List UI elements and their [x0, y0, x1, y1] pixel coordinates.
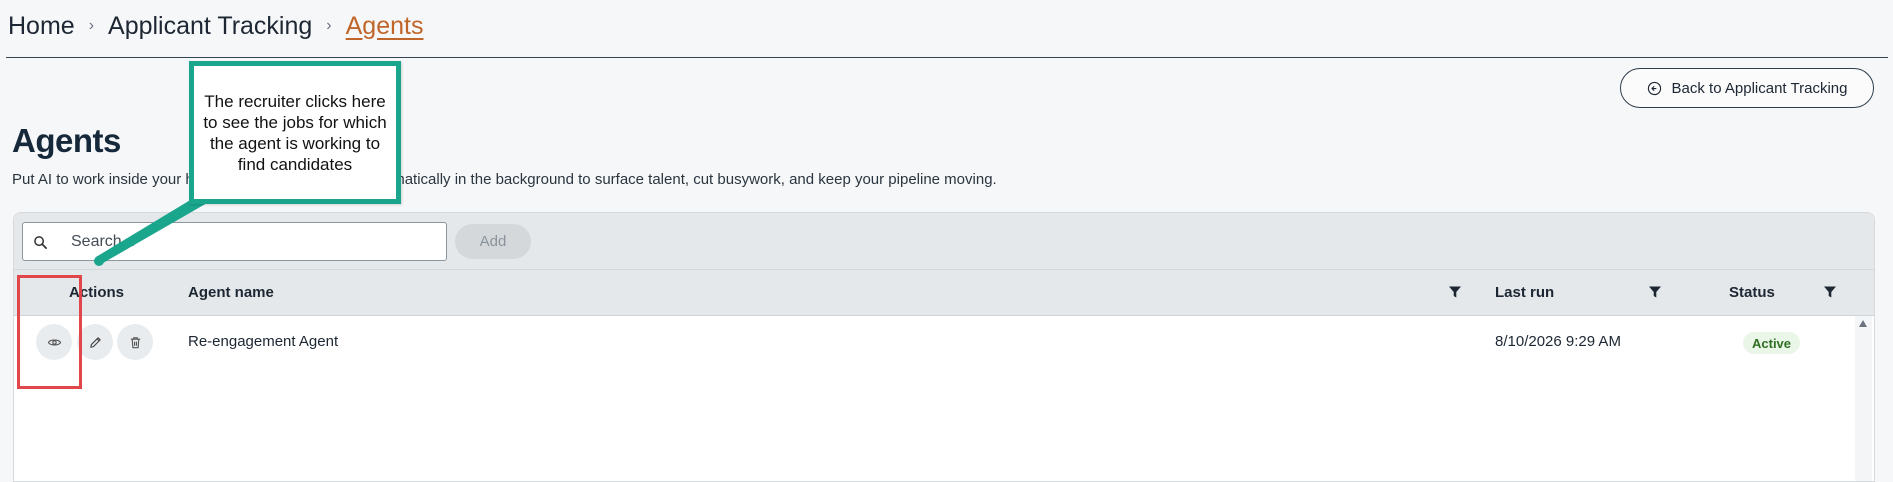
agents-grid: Add Actions Agent name Last run Status	[13, 212, 1875, 482]
last-run-cell: 8/10/2026 9:29 AM	[1495, 333, 1621, 350]
column-header-status[interactable]: Status	[1729, 284, 1775, 301]
breadcrumb-applicant-tracking[interactable]: Applicant Tracking	[108, 12, 312, 41]
breadcrumb-agents[interactable]: Agents	[346, 12, 424, 41]
agent-name-cell[interactable]: Re-engagement Agent	[188, 333, 338, 350]
page-description: Put AI to work inside your hiring proces…	[12, 171, 997, 188]
column-header-last-run[interactable]: Last run	[1495, 284, 1554, 301]
filter-icon[interactable]	[1823, 285, 1837, 299]
chevron-right-icon: ›	[326, 17, 332, 34]
trash-icon	[130, 336, 140, 348]
delete-button[interactable]	[117, 324, 153, 360]
grid-toolbar: Add	[14, 213, 1874, 270]
add-button[interactable]: Add	[455, 224, 531, 259]
annotation-text: The recruiter clicks here to see the job…	[203, 91, 387, 174]
edit-button[interactable]	[77, 324, 113, 360]
search-field[interactable]	[22, 222, 447, 261]
back-to-applicant-tracking-button[interactable]: Back to Applicant Tracking	[1620, 68, 1874, 108]
search-input[interactable]	[69, 231, 429, 252]
grid-header-row: Actions Agent name Last run Status	[14, 270, 1874, 316]
breadcrumb-home[interactable]: Home	[8, 12, 75, 41]
back-button-label: Back to Applicant Tracking	[1671, 79, 1848, 97]
page-title: Agents	[12, 122, 121, 159]
filter-icon[interactable]	[1648, 285, 1662, 299]
arrow-left-circle-icon	[1647, 81, 1661, 95]
column-header-agent-name[interactable]: Agent name	[188, 284, 274, 301]
search-icon	[34, 236, 47, 249]
filter-icon[interactable]	[1448, 285, 1462, 299]
table-row: Re-engagement Agent 8/10/2026 9:29 AM Ac…	[14, 316, 1874, 366]
annotation-callout: The recruiter clicks here to see the job…	[189, 61, 401, 204]
chevron-right-icon: ›	[88, 17, 95, 34]
vertical-scrollbar[interactable]	[1855, 316, 1872, 481]
scroll-up-arrow-icon[interactable]	[1859, 320, 1867, 327]
breadcrumb: Home › Applicant Tracking › Agents	[8, 10, 423, 42]
header-divider	[6, 57, 1888, 58]
status-badge: Active	[1743, 332, 1801, 354]
highlight-box	[17, 275, 82, 389]
pencil-icon	[89, 336, 101, 348]
